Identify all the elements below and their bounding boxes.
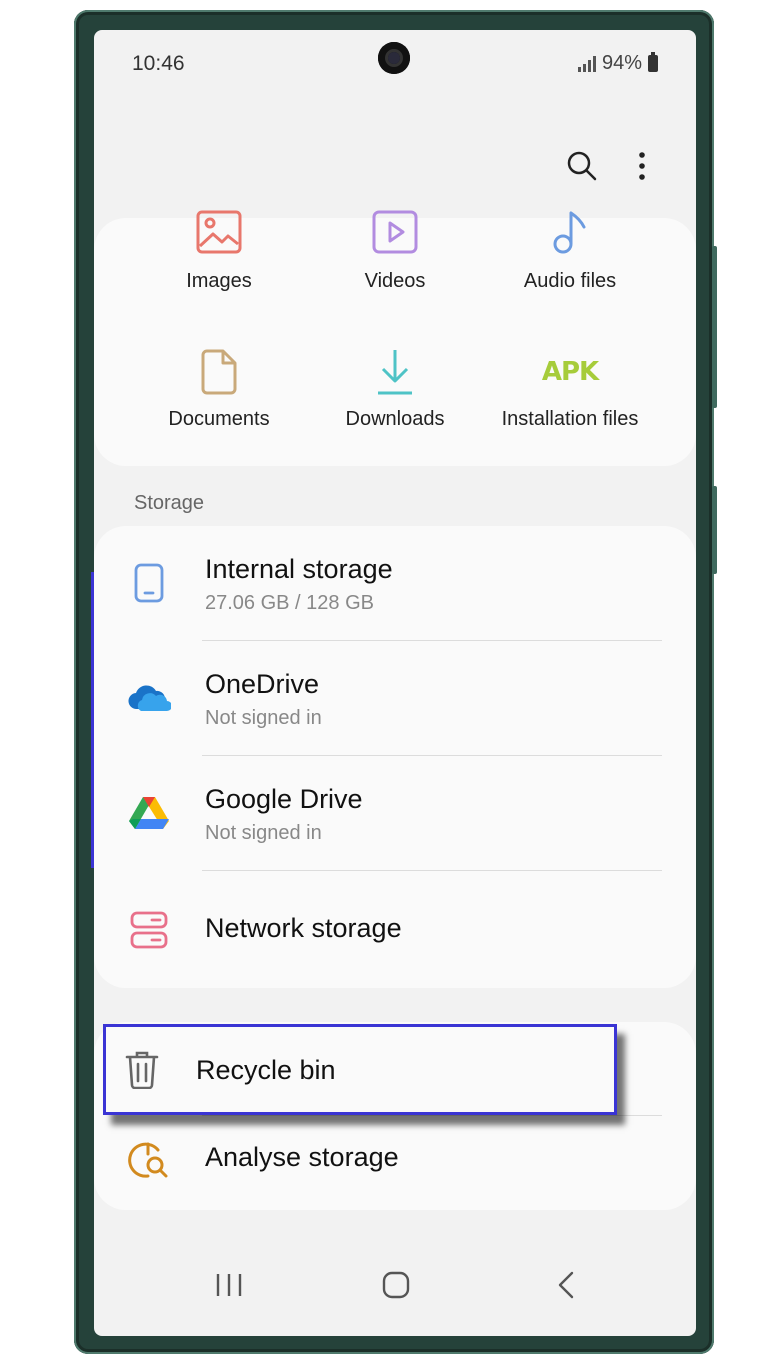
categories-card: Images Videos Audio files Documents Down… xyxy=(94,210,696,466)
recycle-bin-item[interactable]: Recycle bin xyxy=(103,1024,617,1115)
category-videos[interactable]: Videos xyxy=(305,202,485,293)
analyse-storage-label: Analyse storage xyxy=(205,1142,399,1172)
category-label: Installation files xyxy=(501,408,639,430)
category-audio-files[interactable]: Audio files xyxy=(480,202,660,293)
category-images[interactable]: Images xyxy=(129,202,309,293)
search-icon xyxy=(567,151,597,181)
storage-item-google-drive[interactable]: Google Drive Not signed in xyxy=(94,756,696,870)
screen: 10:46 94% Images Videos Audio files Docu… xyxy=(94,30,696,1336)
storage-item-onedrive[interactable]: OneDrive Not signed in xyxy=(94,641,696,755)
signal-icon xyxy=(577,55,596,72)
front-camera xyxy=(378,42,410,74)
apk-icon: APK xyxy=(541,357,599,387)
category-documents[interactable]: Documents xyxy=(129,344,309,431)
power-button xyxy=(712,486,717,574)
category-label: Downloads xyxy=(345,408,445,430)
storage-card: Internal storage 27.06 GB / 128 GB OneDr… xyxy=(94,526,696,988)
category-label: Audio files xyxy=(523,270,617,292)
image-icon xyxy=(196,210,242,254)
network-storage-icon xyxy=(130,911,168,949)
back-icon xyxy=(558,1271,574,1299)
category-label: Images xyxy=(186,270,252,292)
trash-icon xyxy=(125,1051,159,1089)
category-label: Documents xyxy=(168,408,270,430)
category-installation-files[interactable]: APK Installation files xyxy=(480,344,660,431)
google-drive-icon xyxy=(129,797,169,829)
storage-item-subtitle: Not signed in xyxy=(205,707,322,729)
more-vertical-icon xyxy=(639,152,645,180)
recycle-bin-label: Recycle bin xyxy=(196,1055,336,1085)
home-button[interactable] xyxy=(366,1268,426,1302)
recent-apps-button[interactable] xyxy=(199,1268,259,1302)
storage-item-title: OneDrive xyxy=(205,669,320,699)
battery-percent: 94% xyxy=(601,52,642,74)
home-icon xyxy=(382,1271,410,1299)
analyse-storage-icon xyxy=(128,1142,168,1178)
storage-item-internal[interactable]: Internal storage 27.06 GB / 128 GB xyxy=(94,526,696,640)
storage-section-label: Storage xyxy=(134,492,205,514)
storage-item-network[interactable]: Network storage xyxy=(94,871,696,988)
back-button[interactable] xyxy=(536,1268,596,1302)
analyse-storage-item[interactable]: Analyse storage xyxy=(94,1116,696,1210)
onedrive-icon xyxy=(128,685,171,711)
music-note-icon xyxy=(553,211,586,254)
status-indicators: 94% xyxy=(577,52,658,75)
download-icon xyxy=(378,350,412,395)
category-downloads[interactable]: Downloads xyxy=(305,344,485,431)
more-options-button[interactable] xyxy=(622,146,662,186)
volume-button xyxy=(712,246,717,408)
storage-item-title: Network storage xyxy=(205,913,402,943)
storage-item-subtitle: Not signed in xyxy=(205,822,322,844)
recent-apps-icon xyxy=(216,1274,242,1296)
phone-icon xyxy=(134,563,164,603)
status-time: 10:46 xyxy=(132,52,185,75)
document-icon xyxy=(201,349,237,395)
video-icon xyxy=(372,210,418,254)
search-button[interactable] xyxy=(562,146,602,186)
storage-item-title: Google Drive xyxy=(205,784,363,814)
category-label: Videos xyxy=(364,270,426,292)
storage-item-title: Internal storage xyxy=(205,554,393,584)
storage-item-subtitle: 27.06 GB / 128 GB xyxy=(205,592,374,614)
battery-icon xyxy=(648,52,658,72)
